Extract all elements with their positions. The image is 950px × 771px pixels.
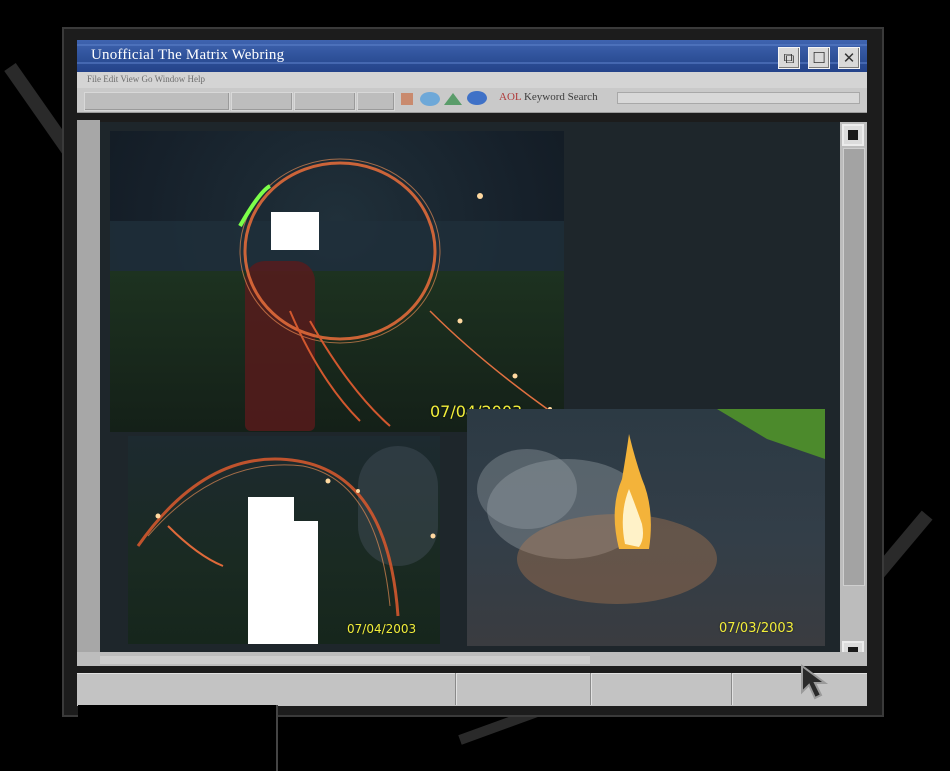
window-title: Unofficial The Matrix Webring [91,47,285,63]
toolbar-slot[interactable] [231,92,293,111]
horizontal-scroll-thumb[interactable] [100,656,590,664]
globe-icon [420,92,440,106]
scroll-up-button[interactable] [842,124,864,146]
restore-button[interactable]: ⧉ [778,47,800,69]
toolbar-slot[interactable] [357,92,395,111]
title-bar[interactable]: Unofficial The Matrix Webring [77,40,867,72]
toolbar-slot[interactable] [84,92,230,111]
maximize-button[interactable]: ☐ [808,47,830,69]
left-gutter [77,120,100,652]
keyword-search-text: Keyword Search [523,91,598,103]
photo-sparkler-arc: 07/04/2003 [128,436,440,644]
photo-date: 07/03/2003 [719,621,794,636]
keyword-search-input[interactable] [617,92,860,104]
toolbar-slot[interactable] [294,92,356,111]
status-bar-pane [590,673,731,705]
triangle-icon [444,93,462,105]
photo-sparkler-circle: 07/04/2003 [110,131,564,432]
close-button[interactable]: ✕ [838,47,860,69]
status-bar-pane [455,673,590,705]
menu-items[interactable]: File Edit View Go Window Help [87,74,205,84]
vertical-scroll-thumb[interactable] [843,148,865,586]
menu-bar[interactable]: File Edit View Go Window Help [77,72,867,88]
bottom-left-panel [78,705,278,771]
redaction-box [271,212,319,250]
photo-date: 07/04/2003 [347,622,417,636]
aol-keyword-label: AOL Keyword Search [499,91,598,103]
sparkler-trail [243,161,437,341]
redaction-box [248,521,318,644]
cursor-icon [801,664,829,700]
aol-text: AOL [499,91,522,103]
stop-icon [401,93,413,105]
chat-icon [467,91,487,105]
toolbar-icons [401,91,487,106]
photo-fire-smoke: 07/03/2003 [467,409,825,646]
